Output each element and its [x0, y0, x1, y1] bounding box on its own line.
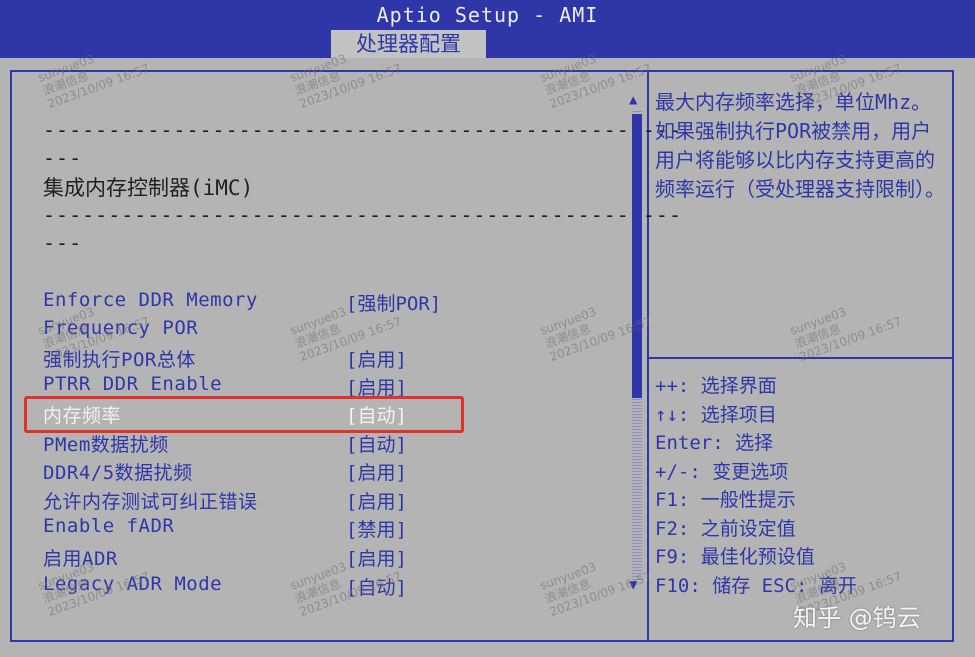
scrollbar-thumb[interactable] [632, 114, 642, 398]
setting-label: DDR4/5数据扰频 [43, 462, 193, 484]
selection-highlight-box [24, 396, 464, 433]
vertical-divider [647, 70, 649, 642]
key-hint: +/-: 变更选项 [655, 460, 789, 483]
setting-label: Enable fADR [43, 515, 175, 537]
help-divider [649, 357, 954, 359]
setting-label: PMem数据扰频 [43, 434, 169, 456]
setting-label: 强制执行POR总体 [43, 349, 196, 371]
setting-label: PTRR DDR Enable [43, 373, 223, 395]
setting-value: [启用] [346, 462, 407, 484]
separator-line: --- [43, 146, 83, 170]
setting-value: [启用] [346, 491, 407, 513]
setting-label: Enforce DDR Memory [43, 289, 258, 311]
setting-value: [自动] [346, 577, 407, 599]
help-text: 最大内存频率选择，单位Mhz。如果强制执行POR被禁用，用户用户将能够以比内存支… [655, 90, 945, 201]
separator-line: ----------------------------------------… [43, 118, 683, 142]
setting-value: [自动] [346, 434, 407, 456]
scroll-down-arrow-icon[interactable]: ▼ [629, 577, 637, 593]
key-hint: Enter: 选择 [655, 432, 774, 454]
scroll-up-arrow-icon[interactable]: ▲ [629, 92, 637, 108]
key-hint: F1: 一般性提示 [655, 489, 796, 511]
key-hint: F10: 储存 ESC: 离开 [655, 574, 857, 597]
key-hint: F2: 之前设定值 [655, 517, 796, 540]
title-bar: Aptio Setup - AMI 处理器配置 [0, 0, 975, 58]
key-hint: F9: 最佳化预设值 [655, 546, 815, 568]
setting-label: Legacy ADR Mode [43, 573, 223, 595]
setting-label: 允许内存测试可纠正错误 [43, 491, 258, 513]
app-title: Aptio Setup - AMI [376, 3, 599, 27]
setting-label: 启用ADR [43, 548, 118, 570]
setting-value: [强制POR] [346, 293, 442, 315]
setting-value: [启用] [346, 349, 407, 371]
separator-line: ----------------------------------------… [43, 203, 683, 227]
section-title: 集成内存控制器(iMC) [43, 176, 254, 200]
key-hint: ++: 选择界面 [655, 375, 777, 397]
key-legend: ++: 选择界面 ↑↓: 选择项目 Enter: 选择 +/-: 变更选项 F1… [655, 372, 947, 600]
tab-processor-config[interactable]: 处理器配置 [331, 30, 486, 58]
setting-value: [启用] [346, 548, 407, 570]
setting-label: Frequency POR [43, 317, 199, 339]
setting-value: [禁用] [346, 519, 407, 541]
source-brand: 知乎 @钨云 [793, 604, 921, 632]
separator-line: --- [43, 231, 83, 255]
key-hint: ↑↓: 选择项目 [655, 403, 777, 426]
